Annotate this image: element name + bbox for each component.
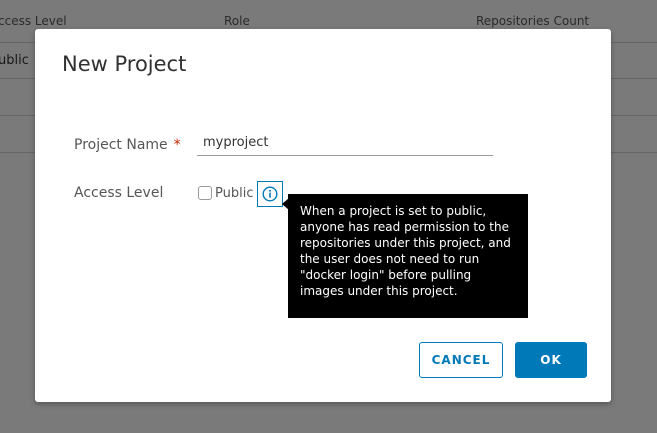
ok-button[interactable]: OK	[515, 342, 587, 378]
public-checkbox-label[interactable]: Public	[215, 186, 253, 201]
new-project-dialog: New Project Project Name * Access Level P…	[35, 29, 611, 402]
dialog-title: New Project	[62, 52, 187, 76]
project-name-label: Project Name *	[74, 137, 181, 153]
cancel-button[interactable]: CANCEL	[419, 342, 503, 378]
access-level-label: Access Level	[74, 185, 164, 201]
project-name-input[interactable]	[197, 130, 493, 156]
project-name-label-text: Project Name	[74, 137, 168, 153]
info-button[interactable]	[257, 181, 283, 207]
public-info-tooltip: When a project is set to public, anyone …	[288, 194, 528, 318]
info-circle-icon	[262, 186, 278, 202]
required-mark: *	[173, 137, 181, 153]
public-checkbox[interactable]	[198, 186, 212, 200]
